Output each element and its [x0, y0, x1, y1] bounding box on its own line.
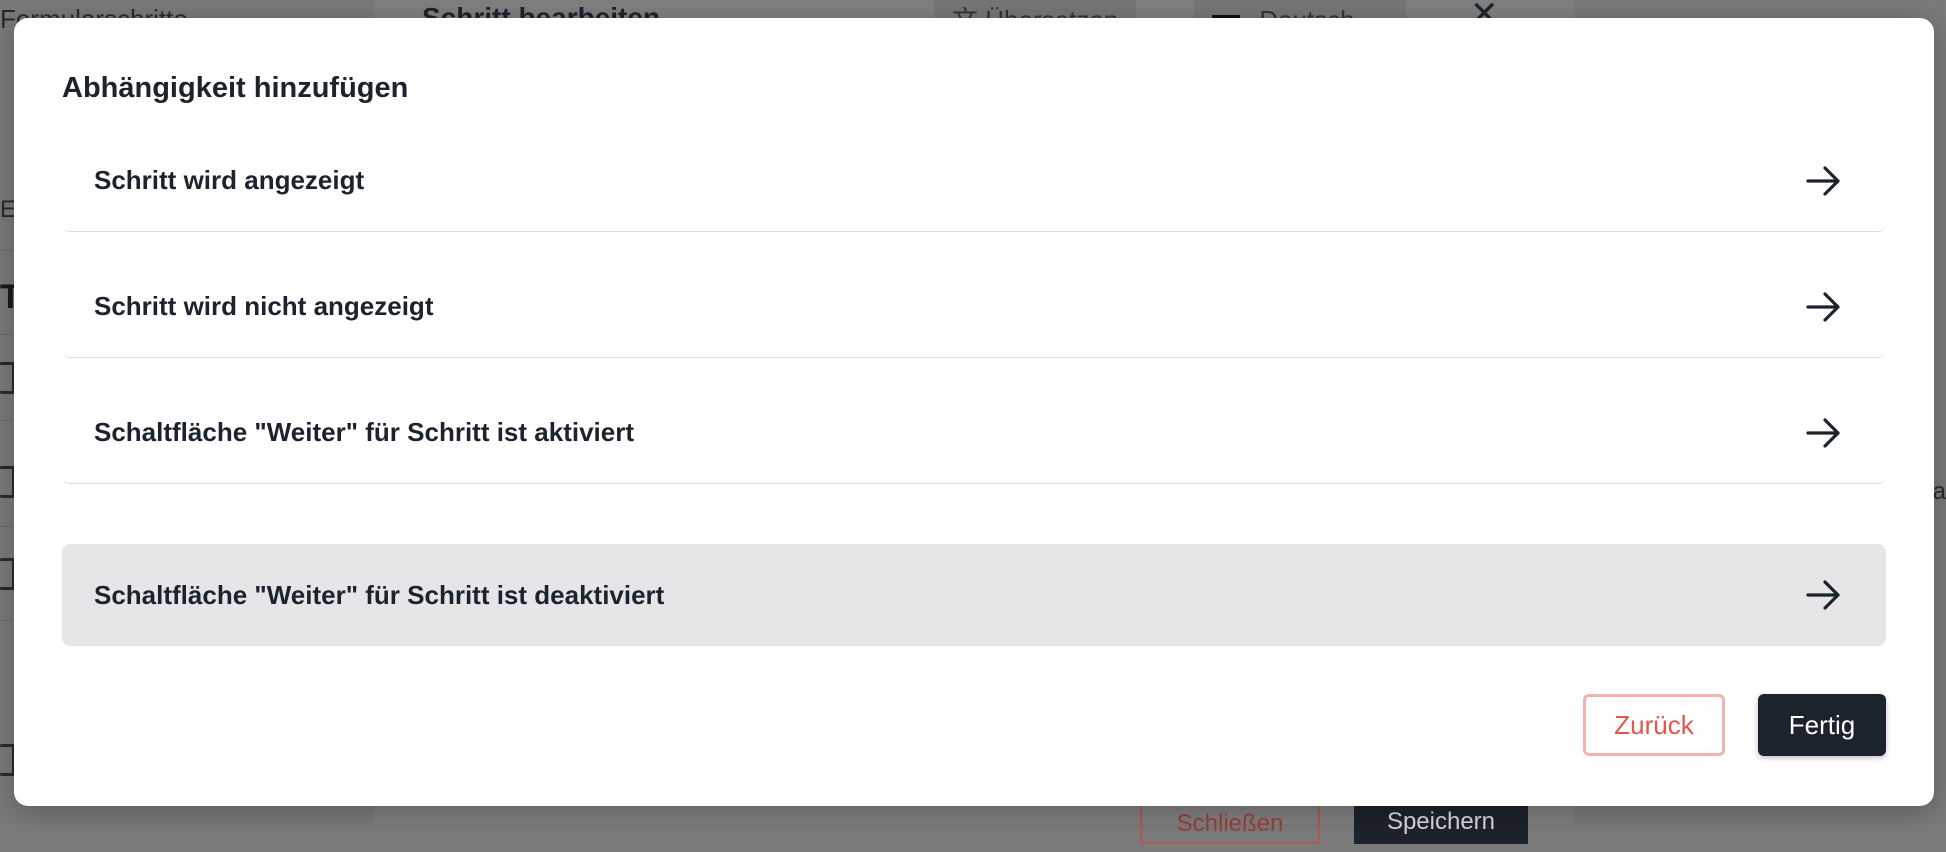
- option-label: Schritt wird nicht angezeigt: [94, 291, 434, 321]
- step-icon: [0, 362, 15, 394]
- option-label: Schaltfläche "Weiter" für Schritt ist de…: [94, 579, 665, 610]
- arrow-right-icon: [1806, 580, 1840, 610]
- modal-title: Abhängigkeit hinzufügen: [62, 72, 409, 104]
- done-button[interactable]: Fertig: [1758, 694, 1886, 756]
- arrow-right-icon: [1806, 291, 1840, 322]
- option-next-button-disabled[interactable]: Schaltfläche "Weiter" für Schritt ist de…: [62, 544, 1886, 646]
- step-icon: [0, 466, 15, 498]
- add-dependency-modal: Abhängigkeit hinzufügen Schritt wird ang…: [14, 18, 1934, 806]
- arrow-right-icon: [1806, 165, 1840, 196]
- step-icon: [0, 744, 15, 776]
- option-step-not-shown[interactable]: Schritt wird nicht angezeigt: [62, 256, 1886, 358]
- back-button[interactable]: Zurück: [1583, 694, 1725, 756]
- option-step-shown[interactable]: Schritt wird angezeigt: [62, 130, 1886, 232]
- step-icon: [0, 558, 15, 590]
- option-label: Schaltfläche "Weiter" für Schritt ist ak…: [94, 417, 634, 447]
- option-label: Schritt wird angezeigt: [94, 165, 365, 195]
- background-text-fragment: a: [1932, 478, 1946, 505]
- option-next-button-enabled[interactable]: Schaltfläche "Weiter" für Schritt ist ak…: [62, 382, 1886, 484]
- arrow-right-icon: [1806, 417, 1840, 448]
